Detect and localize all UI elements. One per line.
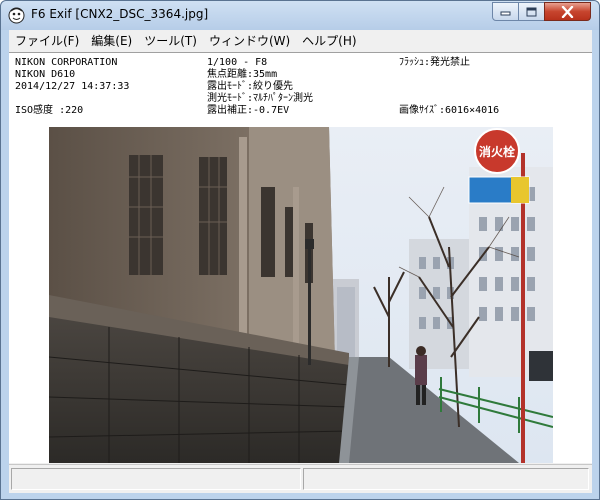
menu-edit[interactable]: 編集(E) <box>85 31 138 51</box>
maximize-icon <box>526 7 537 16</box>
window-title: F6 Exif [CNX2_DSC_3364.jpg] <box>31 7 209 21</box>
title-bar[interactable]: F6 Exif [CNX2_DSC_3364.jpg] <box>1 1 599 30</box>
menu-file[interactable]: ファイル(F) <box>9 31 85 51</box>
minimize-icon <box>500 11 511 16</box>
maximize-button[interactable] <box>518 2 545 21</box>
focal-length: 焦点距離:35mm <box>207 69 278 80</box>
client-area: ファイル(F) 編集(E) ツール(T) ウィンドウ(W) ヘルプ(H) NIK… <box>9 30 592 493</box>
camera-model: NIKON D610 <box>15 69 76 80</box>
status-bar <box>9 464 592 493</box>
flash-mode: ﾌﾗｯｼｭ:発光禁止 <box>399 57 471 68</box>
minimize-button[interactable] <box>492 2 519 21</box>
camera-make: NIKON CORPORATION <box>15 57 118 68</box>
exposure-mode: 露出ﾓｰﾄﾞ:絞り優先 <box>207 81 294 92</box>
hydrant-sign-text: 消火栓 <box>479 144 515 159</box>
close-icon <box>561 5 574 18</box>
app-face-icon[interactable] <box>8 7 25 24</box>
menu-tools[interactable]: ツール(T) <box>138 31 203 51</box>
image-view[interactable]: 消火栓 <box>9 123 592 463</box>
image-size: 画像ｻｲｽﾞ:6016×4016 <box>399 105 500 116</box>
status-pane-right <box>303 468 589 490</box>
menu-help[interactable]: ヘルプ(H) <box>296 31 362 51</box>
metering-mode: 測光ﾓｰﾄﾞ:ﾏﾙﾁﾊﾟﾀｰﾝ測光 <box>207 93 314 104</box>
iso-value: ISO感度 :220 <box>15 105 84 116</box>
menu-window[interactable]: ウィンドウ(W) <box>203 31 296 51</box>
menu-bar: ファイル(F) 編集(E) ツール(T) ウィンドウ(W) ヘルプ(H) <box>9 30 592 52</box>
exposure-compensation: 露出補正:-0.7EV <box>207 105 290 116</box>
photo-street-scene: 消火栓 <box>49 127 553 463</box>
app-window: F6 Exif [CNX2_DSC_3364.jpg] ファイル(F) 編集(E… <box>0 0 600 500</box>
capture-datetime: 2014/12/27 14:37:33 <box>15 81 130 92</box>
shutter-aperture: 1/100 - F8 <box>207 57 268 68</box>
status-pane-left <box>11 468 301 490</box>
close-button[interactable] <box>544 2 591 21</box>
